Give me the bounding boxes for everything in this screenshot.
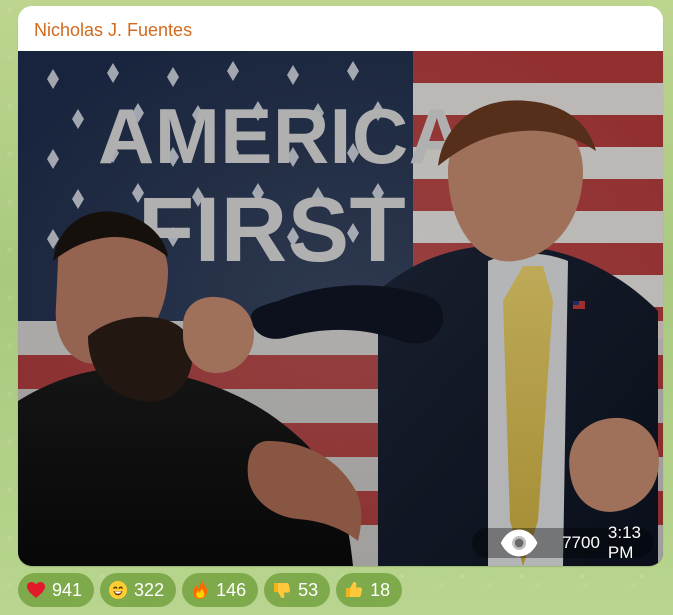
reaction-count: 53	[298, 580, 319, 600]
reaction-count: 322	[134, 580, 165, 600]
thumbs-up-icon	[344, 580, 364, 600]
photo-illustration: AMERICA FIRST	[18, 51, 663, 566]
reaction-thumbs-down[interactable]: 53	[264, 573, 331, 607]
grin-icon	[108, 580, 128, 600]
reaction-fire[interactable]: 146	[182, 573, 259, 607]
reaction-heart[interactable]: 941	[18, 573, 95, 607]
message-meta: 7700 3:13 PM	[471, 523, 653, 562]
reaction-grin[interactable]: 322	[100, 573, 177, 607]
message-photo[interactable]: AMERICA FIRST	[18, 51, 663, 566]
reactions-bar: 941 322 146 53 18	[18, 573, 403, 607]
message-bubble[interactable]: Nicholas J. Fuentes 7700 3:13 PM	[18, 6, 663, 566]
views-count: 7700	[562, 533, 600, 552]
eye-icon	[500, 529, 538, 557]
author-name[interactable]: Nicholas J. Fuentes	[34, 20, 192, 41]
thumbs-down-icon	[272, 580, 292, 600]
reaction-count: 941	[52, 580, 83, 600]
message-time: 3:13 PM	[607, 523, 641, 562]
heart-icon	[26, 580, 46, 600]
reaction-count: 18	[370, 580, 391, 600]
reaction-thumbs-up[interactable]: 18	[336, 573, 403, 607]
fire-icon	[190, 580, 210, 600]
reaction-count: 146	[216, 580, 247, 600]
